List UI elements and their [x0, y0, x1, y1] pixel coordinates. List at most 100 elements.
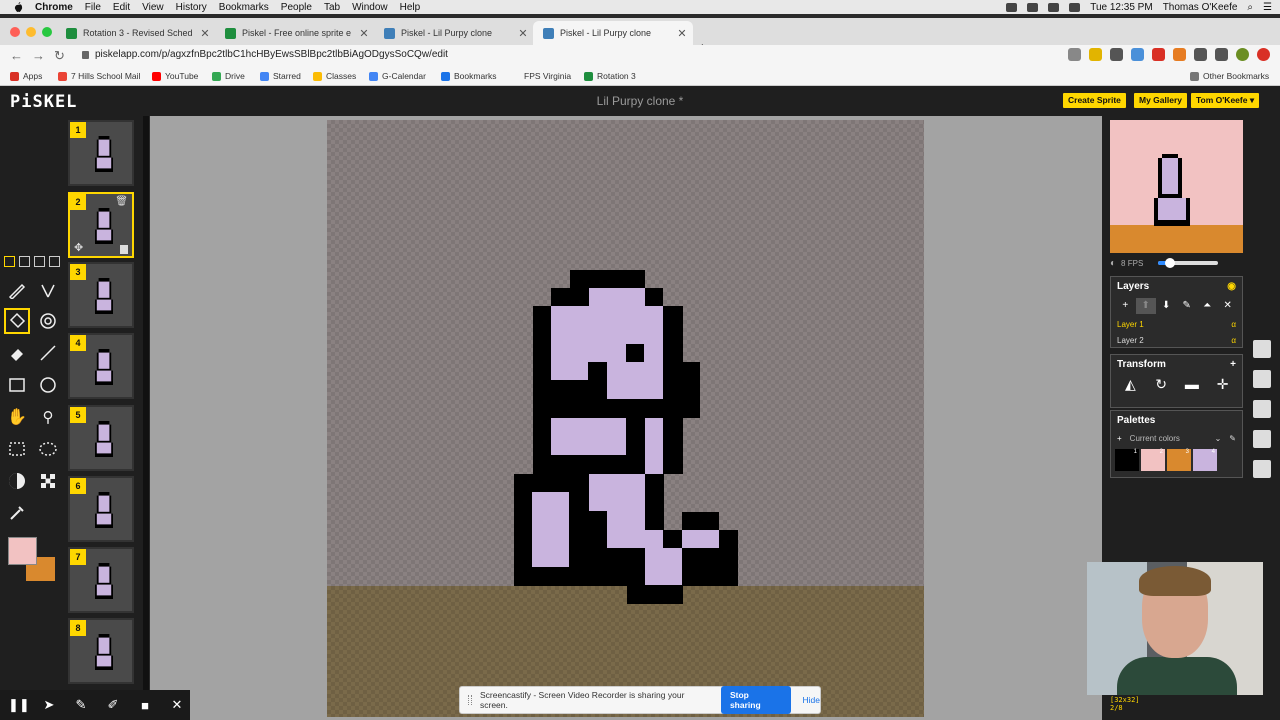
- create-sprite-button[interactable]: Create Sprite: [1063, 93, 1126, 108]
- menu-bookmarks[interactable]: Bookmarks: [219, 2, 269, 13]
- pen-size-3[interactable]: [34, 256, 45, 267]
- star-icon[interactable]: [1068, 48, 1081, 61]
- close-window-icon[interactable]: [10, 27, 20, 37]
- user-menu-button[interactable]: Tom O'Keefe ▾: [1191, 93, 1260, 108]
- url-field[interactable]: piskelapp.com/p/agxzfnBpc2tlbC1hcHByEwsS…: [95, 49, 448, 60]
- move-tool[interactable]: ✋: [4, 404, 30, 430]
- move-frame-icon[interactable]: ✥: [74, 241, 83, 254]
- color-picker-tool[interactable]: [4, 500, 30, 526]
- close-tab-icon[interactable]: ✕: [198, 27, 212, 40]
- avatar[interactable]: [1236, 48, 1249, 61]
- tab-lil-purpy-1[interactable]: Piskel - Lil Purpy clone ✕: [374, 21, 534, 45]
- bookmark-fps-virginia[interactable]: FPS Virginia: [524, 71, 571, 81]
- frame-thumbnail[interactable]: 6: [68, 476, 134, 542]
- animation-preview[interactable]: [1110, 120, 1243, 253]
- extension-icon[interactable]: [1173, 48, 1186, 61]
- frame-thumbnail[interactable]: 2 🗑 ✥: [68, 192, 134, 258]
- onion-skin-icon[interactable]: ◐: [1110, 258, 1116, 269]
- mirror-pen-tool[interactable]: [35, 277, 61, 303]
- edit-palette-icon[interactable]: ✎: [1229, 434, 1236, 443]
- menu-edit[interactable]: Edit: [113, 2, 130, 13]
- lasso-selection-tool[interactable]: [35, 436, 61, 462]
- bookmark-school-mail[interactable]: 7 Hills School Mail: [58, 71, 140, 81]
- frame-thumbnail[interactable]: 3: [68, 262, 134, 328]
- move-layer-up-icon[interactable]: ⬆: [1135, 298, 1156, 314]
- zoom-window-icon[interactable]: [42, 27, 52, 37]
- highlighter-icon[interactable]: ✐: [104, 697, 122, 713]
- menubar-user[interactable]: Thomas O'Keefe: [1163, 2, 1238, 13]
- extensions-puzzle-icon[interactable]: [1215, 48, 1228, 61]
- close-tab-icon[interactable]: ✕: [357, 27, 371, 40]
- bookmark-youtube[interactable]: YouTube: [152, 71, 198, 81]
- stop-sharing-button[interactable]: Stop sharing: [720, 686, 791, 714]
- shape-selection-tool[interactable]: ⚲: [35, 404, 61, 430]
- layer-opacity[interactable]: α: [1231, 320, 1236, 329]
- back-icon[interactable]: ←: [10, 48, 23, 63]
- rectangle-selection-tool[interactable]: [4, 436, 30, 462]
- drag-handle[interactable]: [468, 695, 472, 705]
- palette-select[interactable]: Current colors: [1130, 434, 1180, 443]
- extension-icon[interactable]: [1152, 48, 1165, 61]
- delete-frame-icon[interactable]: 🗑: [115, 196, 128, 207]
- notification-center-icon[interactable]: ☰: [1263, 2, 1272, 13]
- forward-icon[interactable]: →: [32, 48, 45, 63]
- menu-tab[interactable]: Tab: [324, 2, 340, 13]
- pen-tool[interactable]: [4, 277, 30, 303]
- chevron-down-icon[interactable]: ⌄: [1215, 434, 1222, 443]
- frames-scrollbar[interactable]: [143, 116, 149, 720]
- add-layer-icon[interactable]: +: [1115, 298, 1136, 314]
- update-icon[interactable]: [1257, 48, 1270, 61]
- paint-bucket-tool[interactable]: [4, 308, 30, 334]
- pen-size-1[interactable]: [4, 256, 15, 267]
- center-icon[interactable]: ✛: [1207, 376, 1238, 392]
- battery-icon[interactable]: [1069, 2, 1081, 12]
- frame-thumbnail[interactable]: 1: [68, 120, 134, 186]
- minimize-window-icon[interactable]: [26, 27, 36, 37]
- paint-same-color-tool[interactable]: [35, 308, 61, 334]
- export-image-icon[interactable]: [1253, 430, 1271, 448]
- palette-swatch[interactable]: 1: [1115, 449, 1139, 471]
- hide-button[interactable]: Hide: [803, 695, 820, 705]
- eraser-tool[interactable]: [4, 340, 30, 366]
- bookmark-bookmarks[interactable]: Bookmarks: [441, 71, 497, 81]
- frame-thumbnail[interactable]: 8: [68, 618, 134, 684]
- close-tab-icon[interactable]: ✕: [675, 27, 689, 40]
- rectangle-tool[interactable]: [4, 372, 30, 398]
- other-bookmarks[interactable]: Other Bookmarks: [1190, 71, 1269, 81]
- layer-item[interactable]: Layer 2α: [1111, 332, 1242, 348]
- bookmark-apps[interactable]: Apps: [10, 71, 42, 81]
- screen-share-icon[interactable]: [1006, 2, 1018, 12]
- clone-icon[interactable]: ▬: [1177, 376, 1208, 392]
- frame-thumbnail[interactable]: 5: [68, 405, 134, 471]
- import-folder-icon[interactable]: [1253, 460, 1271, 478]
- frame-thumbnail[interactable]: 7: [68, 547, 134, 613]
- duplicate-frame-icon[interactable]: [120, 245, 128, 254]
- bookmark-rotation-3[interactable]: Rotation 3: [584, 71, 636, 81]
- save-icon[interactable]: [1253, 400, 1271, 418]
- move-layer-down-icon[interactable]: ⬇: [1156, 298, 1177, 314]
- tab-lil-purpy-active[interactable]: Piskel - Lil Purpy clone ✕: [533, 21, 693, 45]
- pen-icon[interactable]: ✎: [72, 697, 90, 713]
- rotate-icon[interactable]: ↻: [1146, 376, 1177, 392]
- menu-file[interactable]: File: [85, 2, 101, 13]
- extension-icon[interactable]: [1194, 48, 1207, 61]
- palette-swatch[interactable]: 2: [1141, 449, 1165, 471]
- drawing-canvas[interactable]: [327, 120, 924, 717]
- menu-history[interactable]: History: [176, 2, 207, 13]
- layer-item[interactable]: Layer 1α: [1111, 316, 1242, 332]
- close-tab-icon[interactable]: ✕: [516, 27, 530, 40]
- bookmark-g-calendar[interactable]: G-Calendar: [369, 71, 426, 81]
- wifi-icon[interactable]: [1048, 2, 1060, 12]
- add-palette-icon[interactable]: +: [1117, 434, 1122, 443]
- settings-gear-icon[interactable]: [1253, 340, 1271, 358]
- menu-chrome[interactable]: Chrome: [35, 2, 73, 13]
- camera-icon[interactable]: ■: [136, 698, 154, 713]
- menu-help[interactable]: Help: [400, 2, 421, 13]
- extension-icon[interactable]: [1131, 48, 1144, 61]
- pause-icon[interactable]: ❚❚: [8, 697, 30, 713]
- circle-tool[interactable]: [35, 372, 61, 398]
- apple-icon[interactable]: [14, 1, 23, 13]
- palette-swatch[interactable]: 4: [1193, 449, 1217, 471]
- bookmark-drive[interactable]: Drive: [212, 71, 245, 81]
- layer-opacity[interactable]: α: [1231, 336, 1236, 345]
